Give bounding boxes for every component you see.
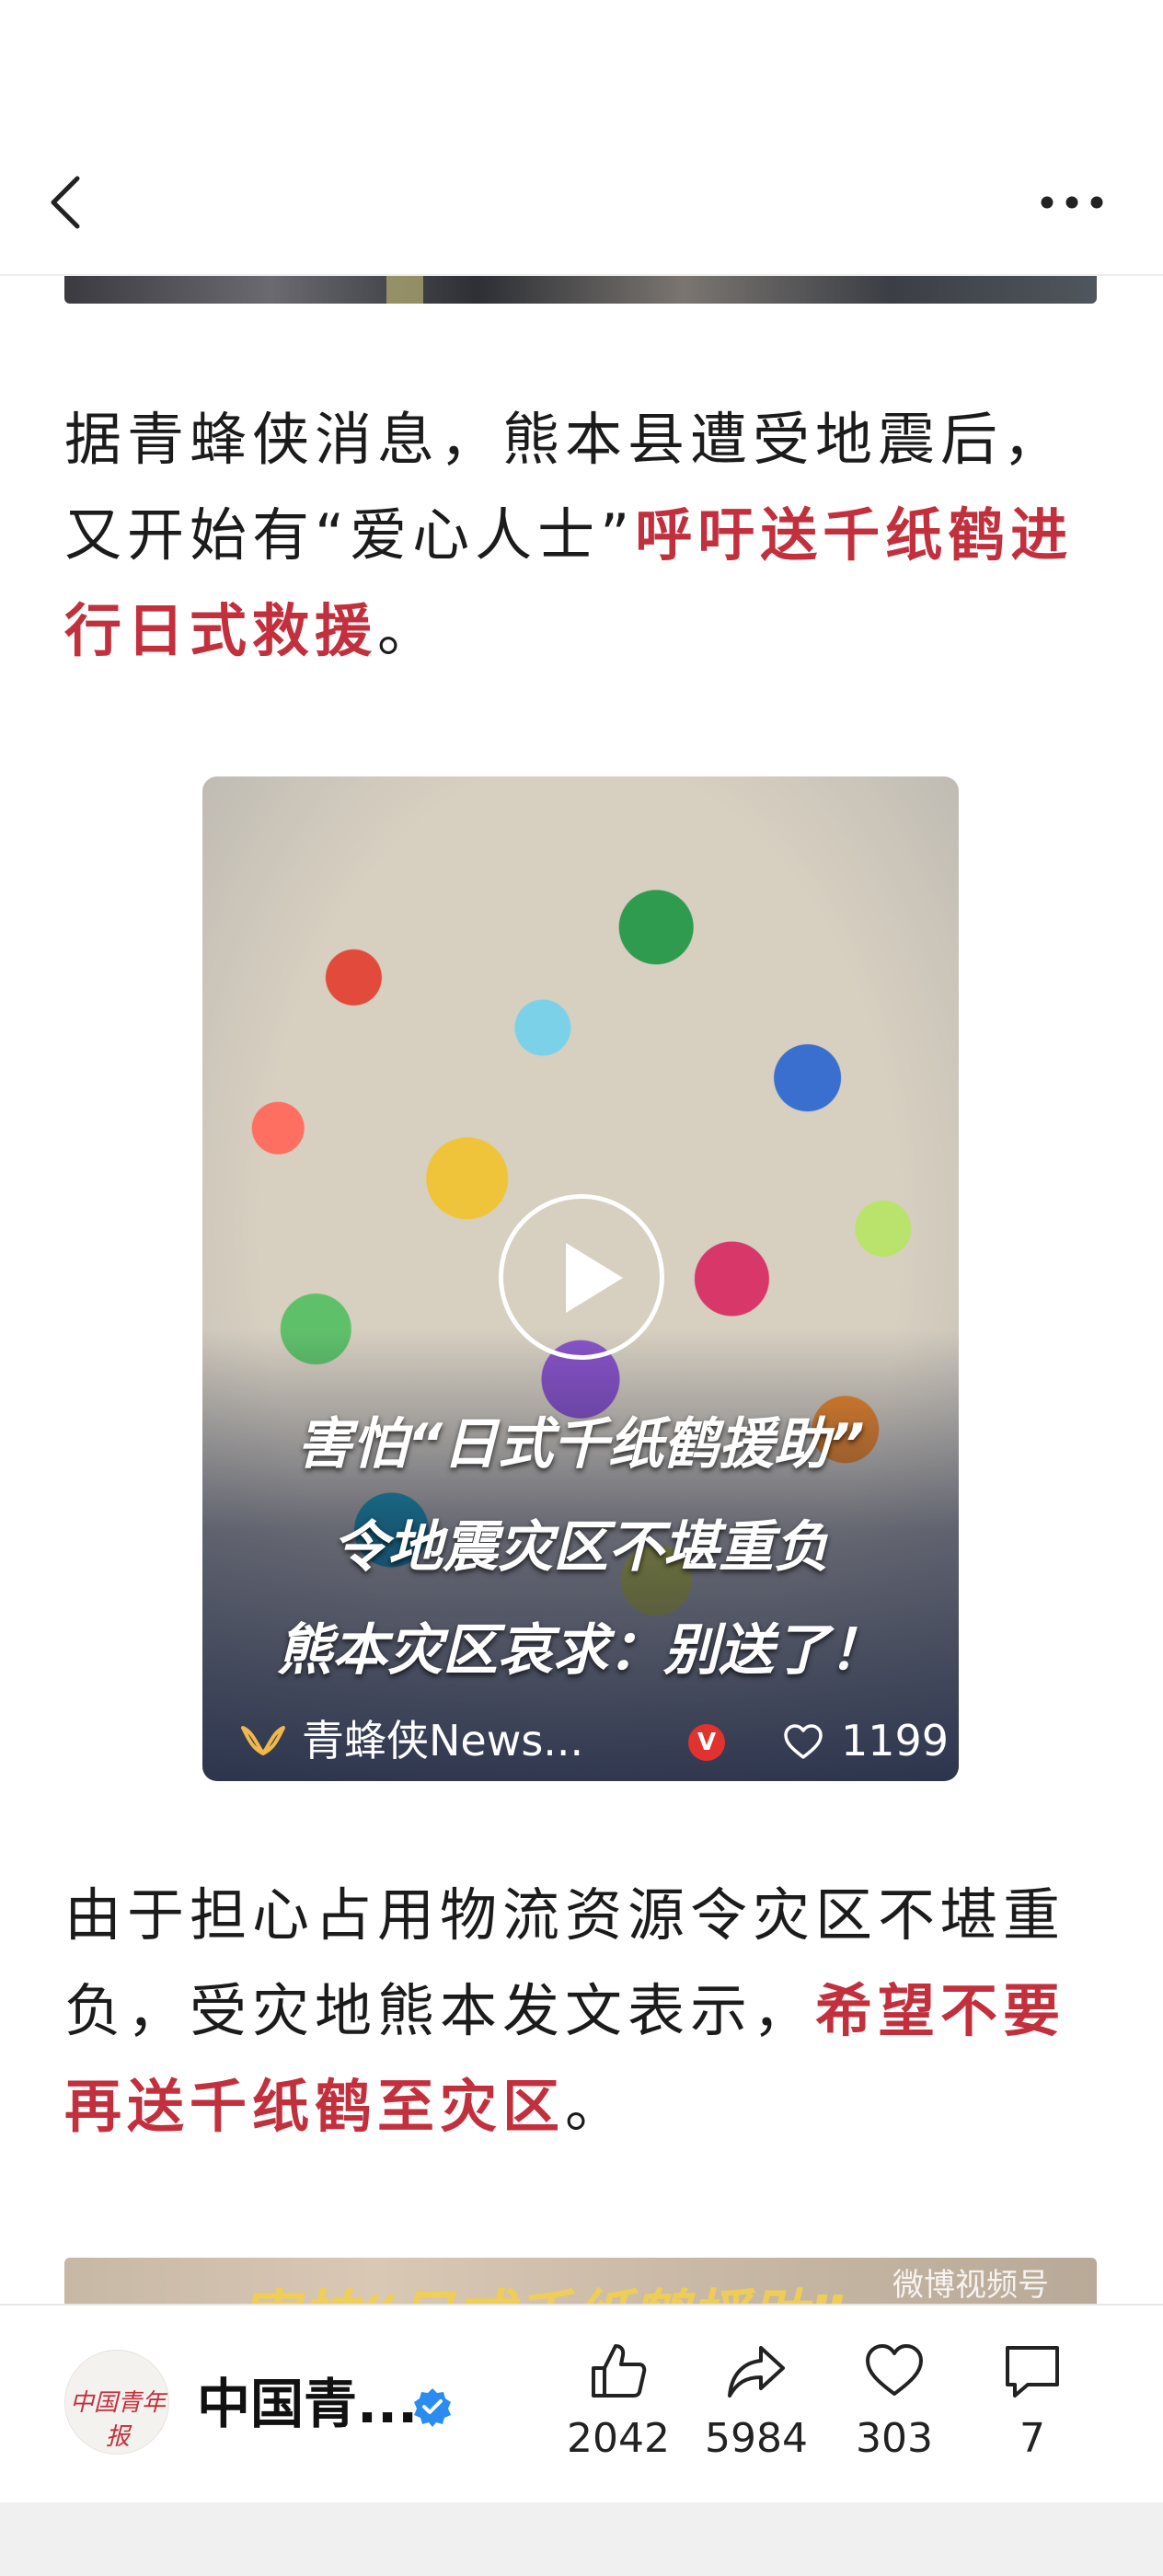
video-channel-logo-icon: [241, 1726, 285, 1755]
video-card[interactable]: 害怕“日式千纸鹤援助” 令地震灾区不堪重负 熊本灾区哀求：别送了！ 青蜂侠New…: [202, 776, 959, 1781]
article-paragraph-1: 据青蜂侠消息，熊本县遭受地震后，又开始有“爱心人士”呼吁送千纸鹤进行日式救援。: [64, 392, 1099, 679]
status-bar-area: [0, 0, 1163, 138]
video-like-count: 1199: [841, 1716, 950, 1765]
like-button[interactable]: 2042: [554, 2339, 683, 2477]
heart-icon[interactable]: [782, 1722, 824, 1761]
paragraph-end: 。: [377, 597, 441, 664]
bottom-action-bar: 中国青年报 中国青... 2042 5984 303 7: [0, 2304, 1163, 2502]
verified-icon: [414, 2388, 451, 2427]
comment-count: 7: [1019, 2415, 1045, 2462]
avatar-logo-text: 中国青年报: [69, 2389, 166, 2451]
next-image-top-edge[interactable]: 害怕“日式千纸鹤援助” 微博视频号: [64, 2258, 1097, 2304]
comment-bubble-icon: [1006, 2346, 1059, 2398]
heart-icon: [866, 2344, 923, 2396]
article-content: 据青蜂侠消息，熊本县遭受地震后，又开始有“爱心人士”呼吁送千纸鹤进行日式救援。 …: [0, 276, 1163, 2304]
share-count: 5984: [705, 2415, 808, 2462]
share-button[interactable]: 5984: [692, 2339, 821, 2477]
article-paragraph-2: 由于担心占用物流资源令灾区不堪重负，受灾地熊本发文表示，希望不要再送千纸鹤至灾区…: [64, 1868, 1099, 2155]
favorite-count: 303: [856, 2415, 933, 2462]
favorite-button[interactable]: 303: [830, 2339, 959, 2477]
back-button[interactable]: [37, 166, 101, 239]
avatar[interactable]: 中国青年报: [64, 2350, 169, 2455]
video-footer: 青蜂侠News... V 1199: [239, 1719, 949, 1763]
chevron-left-icon: [51, 176, 80, 229]
thumbs-up-icon: [592, 2344, 647, 2398]
like-count: 2042: [567, 2415, 670, 2462]
video-caption-line-2: 令地震灾区不堪重负: [332, 1515, 829, 1580]
play-button[interactable]: [499, 1194, 664, 1360]
account-name[interactable]: 中国青...: [197, 2372, 418, 2436]
verified-v-badge: V: [688, 1724, 725, 1761]
next-image-caption: 害怕“日式千纸鹤援助”: [239, 2271, 845, 2304]
video-caption-line-1: 害怕“日式千纸鹤援助”: [296, 1412, 865, 1477]
top-nav-bar: [0, 138, 1163, 276]
more-button[interactable]: [1021, 166, 1123, 239]
paragraph-end: 。: [565, 2073, 628, 2140]
video-channel-name[interactable]: 青蜂侠News...: [302, 1719, 583, 1763]
video-caption-line-3: 熊本灾区哀求：别送了！: [277, 1618, 884, 1683]
weibo-video-watermark: 微博视频号: [892, 2267, 1049, 2304]
more-horizontal-icon: [1041, 196, 1103, 209]
previous-image-bottom-edge: [64, 276, 1097, 304]
comment-button[interactable]: 7: [968, 2339, 1097, 2477]
home-indicator-area: [0, 2502, 1163, 2576]
share-arrow-icon: [728, 2346, 785, 2398]
